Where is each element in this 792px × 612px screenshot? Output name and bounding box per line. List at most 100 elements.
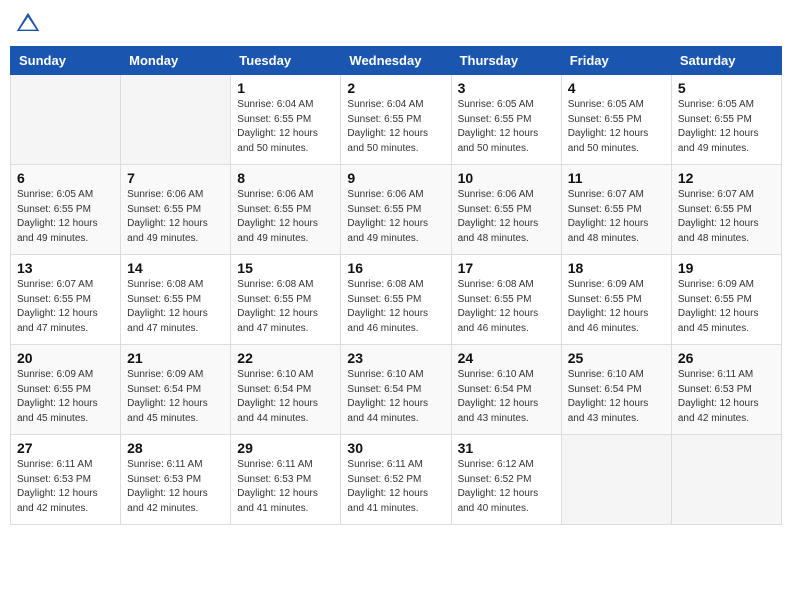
calendar-week-row: 1 Sunrise: 6:04 AM Sunset: 6:55 PM Daylig… (11, 75, 782, 165)
weekday-header-monday: Monday (121, 47, 231, 75)
calendar-cell: 20 Sunrise: 6:09 AM Sunset: 6:55 PM Dayli… (11, 345, 121, 435)
calendar-cell: 5Sunrise: 6:05 AM Sunset: 6:55 PM Daylig… (671, 75, 781, 165)
calendar-cell: 28Sunrise: 6:11 AM Sunset: 6:53 PM Dayli… (121, 435, 231, 525)
day-info: Sunrise: 6:08 AM Sunset: 6:55 PM Dayligh… (458, 278, 555, 336)
day-number: 2 (347, 80, 444, 96)
page-header (10, 10, 782, 38)
calendar-cell: 30Sunrise: 6:11 AM Sunset: 6:52 PM Dayli… (341, 435, 451, 525)
calendar-cell: 26 Sunrise: 6:11 AM Sunset: 6:53 PM Dayli… (671, 345, 781, 435)
day-info: Sunrise: 6:10 AM Sunset: 6:54 PM Dayligh… (568, 368, 665, 426)
day-number: 14 (127, 260, 224, 276)
day-info: Sunrise: 6:08 AM Sunset: 6:55 PM Dayligh… (347, 278, 444, 336)
day-number: 26 (678, 350, 775, 366)
calendar-cell: 6 Sunrise: 6:05 AM Sunset: 6:55 PM Daylig… (11, 165, 121, 255)
day-number: 11 (568, 170, 665, 186)
day-info: Sunrise: 6:06 AM Sunset: 6:55 PM Dayligh… (458, 188, 555, 246)
calendar-cell: 12 Sunrise: 6:07 AM Sunset: 6:55 PM Dayli… (671, 165, 781, 255)
calendar-cell: 11Sunrise: 6:07 AM Sunset: 6:55 PM Dayli… (561, 165, 671, 255)
calendar-cell: 16 Sunrise: 6:08 AM Sunset: 6:55 PM Dayli… (341, 255, 451, 345)
weekday-header-wednesday: Wednesday (341, 47, 451, 75)
weekday-header-sunday: Sunday (11, 47, 121, 75)
calendar-cell: 18Sunrise: 6:09 AM Sunset: 6:55 PM Dayli… (561, 255, 671, 345)
day-info: Sunrise: 6:08 AM Sunset: 6:55 PM Dayligh… (237, 278, 334, 336)
calendar-cell: 14Sunrise: 6:08 AM Sunset: 6:55 PM Dayli… (121, 255, 231, 345)
day-info: Sunrise: 6:04 AM Sunset: 6:55 PM Dayligh… (347, 98, 444, 156)
calendar-cell (561, 435, 671, 525)
weekday-header-row: SundayMondayTuesdayWednesdayThursdayFrid… (11, 47, 782, 75)
calendar-cell (121, 75, 231, 165)
day-number: 8 (237, 170, 334, 186)
day-info: Sunrise: 6:05 AM Sunset: 6:55 PM Dayligh… (678, 98, 775, 156)
weekday-header-saturday: Saturday (671, 47, 781, 75)
weekday-header-thursday: Thursday (451, 47, 561, 75)
day-info: Sunrise: 6:10 AM Sunset: 6:54 PM Dayligh… (347, 368, 444, 426)
calendar-cell: 8 Sunrise: 6:06 AM Sunset: 6:55 PM Daylig… (231, 165, 341, 255)
day-number: 7 (127, 170, 224, 186)
day-info: Sunrise: 6:09 AM Sunset: 6:55 PM Dayligh… (17, 368, 114, 426)
day-info: Sunrise: 6:05 AM Sunset: 6:55 PM Dayligh… (458, 98, 555, 156)
day-info: Sunrise: 6:11 AM Sunset: 6:53 PM Dayligh… (17, 458, 114, 516)
day-number: 12 (678, 170, 775, 186)
calendar-cell: 1 Sunrise: 6:04 AM Sunset: 6:55 PM Daylig… (231, 75, 341, 165)
day-number: 24 (458, 350, 555, 366)
day-number: 16 (347, 260, 444, 276)
calendar-cell: 10 Sunrise: 6:06 AM Sunset: 6:55 PM Dayli… (451, 165, 561, 255)
day-number: 6 (17, 170, 114, 186)
day-number: 23 (347, 350, 444, 366)
day-number: 1 (237, 80, 334, 96)
calendar-cell (11, 75, 121, 165)
logo-icon (14, 10, 42, 38)
day-number: 28 (127, 440, 224, 456)
calendar-table: SundayMondayTuesdayWednesdayThursdayFrid… (10, 46, 782, 525)
weekday-header-friday: Friday (561, 47, 671, 75)
calendar-cell: 27Sunrise: 6:11 AM Sunset: 6:53 PM Dayli… (11, 435, 121, 525)
day-number: 20 (17, 350, 114, 366)
day-info: Sunrise: 6:09 AM Sunset: 6:55 PM Dayligh… (678, 278, 775, 336)
day-info: Sunrise: 6:07 AM Sunset: 6:55 PM Dayligh… (678, 188, 775, 246)
calendar-cell: 3 Sunrise: 6:05 AM Sunset: 6:55 PM Daylig… (451, 75, 561, 165)
day-number: 15 (237, 260, 334, 276)
day-info: Sunrise: 6:06 AM Sunset: 6:55 PM Dayligh… (347, 188, 444, 246)
day-number: 19 (678, 260, 775, 276)
day-info: Sunrise: 6:11 AM Sunset: 6:53 PM Dayligh… (237, 458, 334, 516)
calendar-cell: 22Sunrise: 6:10 AM Sunset: 6:54 PM Dayli… (231, 345, 341, 435)
calendar-cell: 25 Sunrise: 6:10 AM Sunset: 6:54 PM Dayli… (561, 345, 671, 435)
calendar-cell: 15 Sunrise: 6:08 AM Sunset: 6:55 PM Dayli… (231, 255, 341, 345)
day-number: 31 (458, 440, 555, 456)
day-number: 29 (237, 440, 334, 456)
calendar-cell: 13Sunrise: 6:07 AM Sunset: 6:55 PM Dayli… (11, 255, 121, 345)
day-info: Sunrise: 6:09 AM Sunset: 6:54 PM Dayligh… (127, 368, 224, 426)
day-info: Sunrise: 6:05 AM Sunset: 6:55 PM Dayligh… (17, 188, 114, 246)
day-number: 18 (568, 260, 665, 276)
calendar-cell: 31 Sunrise: 6:12 AM Sunset: 6:52 PM Dayli… (451, 435, 561, 525)
calendar-week-row: 20 Sunrise: 6:09 AM Sunset: 6:55 PM Dayli… (11, 345, 782, 435)
day-info: Sunrise: 6:07 AM Sunset: 6:55 PM Dayligh… (17, 278, 114, 336)
day-number: 25 (568, 350, 665, 366)
calendar-week-row: 6 Sunrise: 6:05 AM Sunset: 6:55 PM Daylig… (11, 165, 782, 255)
calendar-cell: 24 Sunrise: 6:10 AM Sunset: 6:54 PM Dayli… (451, 345, 561, 435)
day-number: 17 (458, 260, 555, 276)
calendar-cell: 2 Sunrise: 6:04 AM Sunset: 6:55 PM Daylig… (341, 75, 451, 165)
day-info: Sunrise: 6:11 AM Sunset: 6:52 PM Dayligh… (347, 458, 444, 516)
day-number: 10 (458, 170, 555, 186)
day-info: Sunrise: 6:04 AM Sunset: 6:55 PM Dayligh… (237, 98, 334, 156)
day-info: Sunrise: 6:11 AM Sunset: 6:53 PM Dayligh… (678, 368, 775, 426)
day-number: 21 (127, 350, 224, 366)
calendar-cell: 19 Sunrise: 6:09 AM Sunset: 6:55 PM Dayli… (671, 255, 781, 345)
weekday-header-tuesday: Tuesday (231, 47, 341, 75)
logo (14, 10, 46, 38)
day-number: 3 (458, 80, 555, 96)
calendar-cell: 4Sunrise: 6:05 AM Sunset: 6:55 PM Daylig… (561, 75, 671, 165)
calendar-week-row: 13Sunrise: 6:07 AM Sunset: 6:55 PM Dayli… (11, 255, 782, 345)
calendar-week-row: 27Sunrise: 6:11 AM Sunset: 6:53 PM Dayli… (11, 435, 782, 525)
day-info: Sunrise: 6:10 AM Sunset: 6:54 PM Dayligh… (458, 368, 555, 426)
day-info: Sunrise: 6:06 AM Sunset: 6:55 PM Dayligh… (237, 188, 334, 246)
calendar-cell: 29 Sunrise: 6:11 AM Sunset: 6:53 PM Dayli… (231, 435, 341, 525)
day-number: 9 (347, 170, 444, 186)
day-info: Sunrise: 6:10 AM Sunset: 6:54 PM Dayligh… (237, 368, 334, 426)
day-info: Sunrise: 6:12 AM Sunset: 6:52 PM Dayligh… (458, 458, 555, 516)
day-info: Sunrise: 6:06 AM Sunset: 6:55 PM Dayligh… (127, 188, 224, 246)
calendar-cell: 23 Sunrise: 6:10 AM Sunset: 6:54 PM Dayli… (341, 345, 451, 435)
calendar-cell: 7 Sunrise: 6:06 AM Sunset: 6:55 PM Daylig… (121, 165, 231, 255)
calendar-cell: 17 Sunrise: 6:08 AM Sunset: 6:55 PM Dayli… (451, 255, 561, 345)
